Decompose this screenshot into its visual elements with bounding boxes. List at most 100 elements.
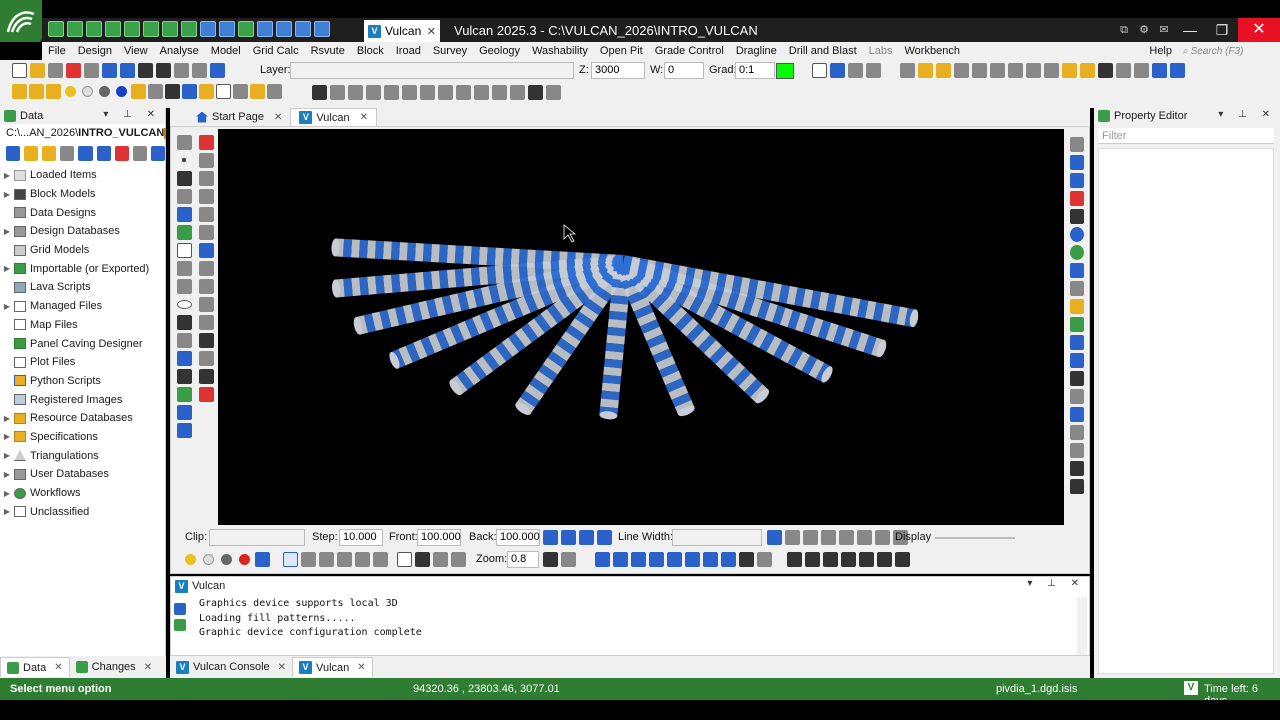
copy-icon[interactable] [174,63,189,78]
mirror-icon[interactable] [198,279,214,294]
expand-arrow-icon[interactable]: ▶ [0,302,14,311]
w-input[interactable]: 0 [664,62,704,79]
move-yz-icon[interactable] [438,85,453,100]
tab-vulcan-output[interactable]: V Vulcan ✕ [292,657,373,677]
pencil-icon[interactable] [255,552,270,567]
blue-sphere-icon[interactable] [116,86,127,97]
curve-icon[interactable] [176,261,192,276]
box-grey-icon[interactable] [233,84,248,99]
front-input[interactable]: 100.000 [417,529,461,546]
close-tab-icon[interactable]: ✕ [360,112,368,123]
search-field[interactable]: ⌕ Search (F3) [1182,44,1268,58]
expand-arrow-icon[interactable]: ▶ [0,227,14,236]
pan-icon[interactable] [1070,209,1084,224]
text-tool-icon[interactable] [176,369,192,384]
freehand-icon[interactable] [176,333,192,348]
measure-icon[interactable] [900,63,915,78]
view-right-icon[interactable] [703,552,718,567]
unlink-icon[interactable] [114,145,129,161]
clipboard-icon[interactable] [1134,63,1149,78]
wave-icon[interactable] [451,552,466,567]
menu-survey[interactable]: Survey [427,45,473,57]
line-style-icon[interactable] [812,63,827,78]
mesh-icon[interactable] [198,351,214,366]
list-icon[interactable] [176,387,192,402]
scale-icon[interactable] [918,63,933,78]
bar-chart-icon[interactable] [257,21,273,37]
paste-icon[interactable] [192,63,207,78]
copy-view-icon[interactable] [857,530,872,545]
table-icon[interactable] [238,21,254,37]
expand-arrow-icon[interactable]: ▶ [0,432,14,441]
export-icon[interactable] [124,21,140,37]
scale-obj-icon[interactable] [546,85,561,100]
menu-view[interactable]: View [118,45,154,57]
info-icon[interactable] [830,63,845,78]
filter-icon[interactable] [60,145,75,161]
cursor-select-icon[interactable] [283,552,298,567]
expand-arrow-icon[interactable]: ▶ [0,264,14,273]
collapse-icon[interactable] [132,145,147,161]
window-icon[interactable] [314,21,330,37]
colour-picker[interactable] [776,63,794,79]
cross-icon[interactable] [1044,63,1059,78]
move-z-icon[interactable] [384,85,399,100]
point-icon[interactable] [182,158,186,162]
move-point-icon[interactable] [330,85,345,100]
font-icon[interactable] [1098,63,1113,78]
step-input[interactable]: 10.000 [339,529,383,546]
close-tab-icon[interactable]: ✕ [357,662,365,673]
tab-vulcan-console[interactable]: V Vulcan Console ✕ [170,657,292,677]
width-icon[interactable] [198,243,214,258]
open-icon[interactable] [67,21,83,37]
menu-open-pit[interactable]: Open Pit [594,45,649,57]
lasso-icon[interactable] [373,552,388,567]
view-top-icon[interactable] [595,552,610,567]
tab-data[interactable]: Data ✕ [0,657,70,677]
expand-arrow-icon[interactable]: ▶ [0,171,14,180]
measure-slope-icon[interactable] [859,552,874,567]
image-tool-icon[interactable] [176,225,192,240]
reset-view-icon[interactable] [1070,227,1084,242]
shield-icon[interactable] [1070,371,1084,386]
solid-grey-icon[interactable] [267,84,282,99]
expand-arrow-icon[interactable]: ▶ [0,507,14,516]
title-doc-tab[interactable]: V Vulcan ✕ [364,20,440,42]
clip-toggle-icon[interactable] [543,530,558,545]
menu-dragline[interactable]: Dragline [730,45,783,57]
cube-icon[interactable] [219,21,235,37]
refresh-icon[interactable] [96,145,111,161]
snap-icon[interactable] [337,552,352,567]
yellow-ball-icon[interactable] [185,554,196,565]
save-icon[interactable] [86,21,102,37]
paste-view-icon[interactable] [875,530,890,545]
menu-model[interactable]: Model [205,45,247,57]
target-icon[interactable] [1008,63,1023,78]
tab-vulcan[interactable]: V Vulcan ✕ [290,108,377,126]
text-label-icon[interactable] [415,552,430,567]
move-icon[interactable] [312,85,327,100]
pen-icon[interactable] [176,351,192,366]
delete-icon[interactable] [66,63,81,78]
table-select-icon[interactable] [355,552,370,567]
tree-item-triangulations[interactable]: ▶ Triangulations [0,446,165,465]
image-view-icon[interactable] [1070,317,1084,332]
layers-view-icon[interactable] [1070,407,1084,422]
bomb-icon[interactable] [198,369,214,384]
folder-add-icon[interactable] [42,145,57,161]
view-left-icon[interactable] [685,552,700,567]
extend-icon[interactable] [198,189,214,204]
expand-arrow-icon[interactable]: ▶ [0,190,14,199]
formula-icon[interactable] [990,63,1005,78]
window-view-icon[interactable] [1070,263,1084,278]
delete-object-icon[interactable] [198,135,214,150]
measure-line-icon[interactable] [787,552,802,567]
undo-icon[interactable] [102,63,117,78]
cube-view-icon[interactable] [1070,335,1084,350]
white-ball-icon[interactable] [203,554,214,565]
properties-icon[interactable] [84,63,99,78]
menu-iroad[interactable]: Iroad [390,45,427,57]
layers-tool-icon[interactable] [198,297,214,312]
tree-item-plot-files[interactable]: Plot Files [0,353,165,372]
view-front-icon[interactable] [613,552,628,567]
